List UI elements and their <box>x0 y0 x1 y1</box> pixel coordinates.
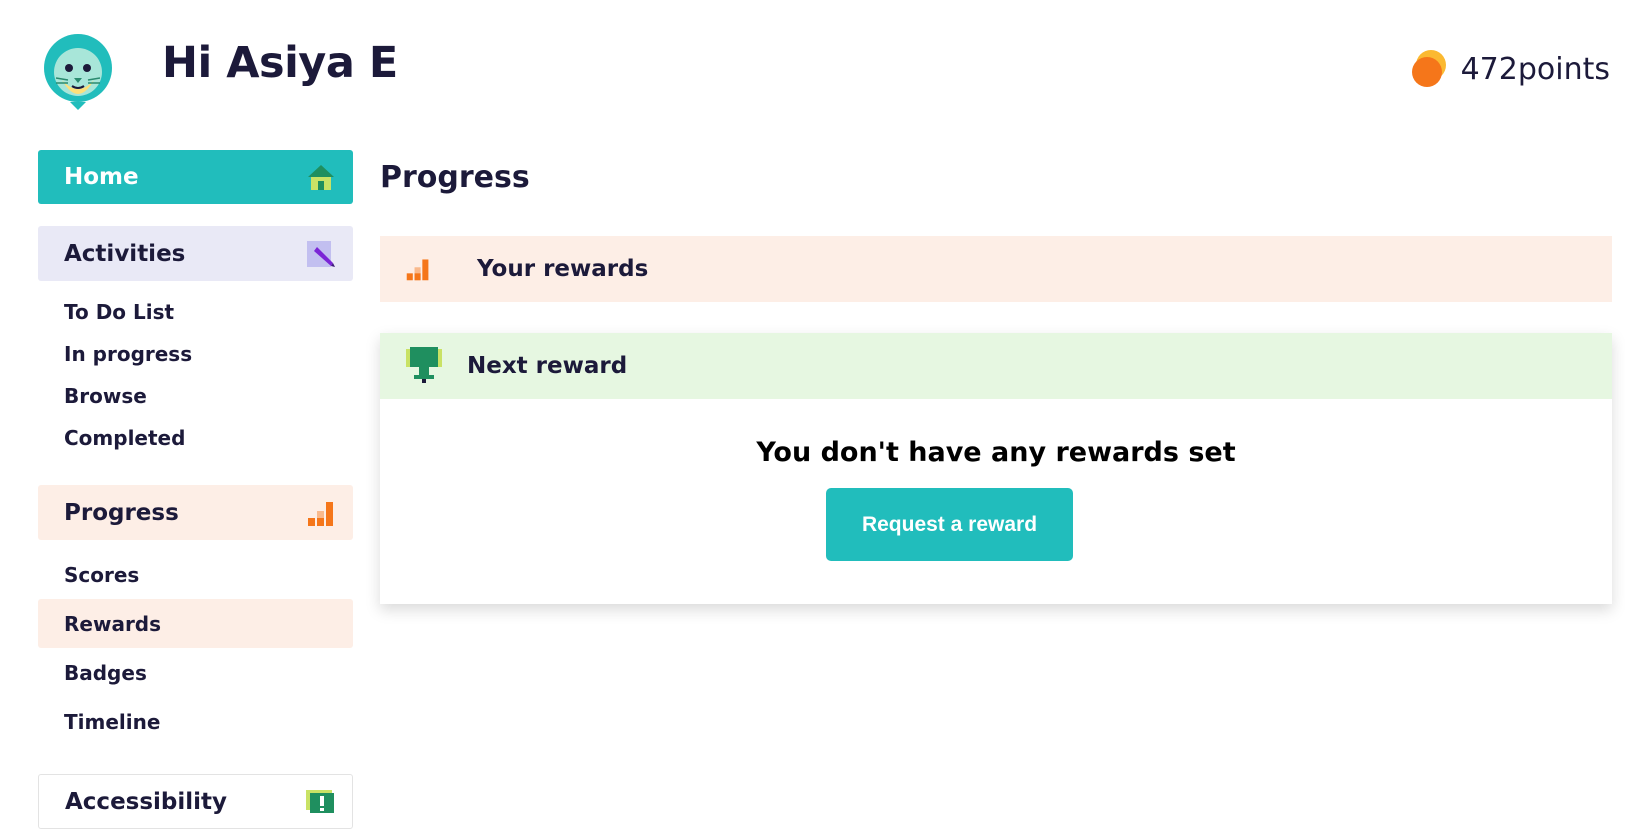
sidebar-item-rewards[interactable]: Rewards <box>38 599 353 648</box>
app-header: Hi Asiya E 472points <box>0 0 1625 135</box>
sidebar-item-label: Activities <box>64 240 186 267</box>
points-value: 472points <box>1460 51 1610 87</box>
next-reward-body: You don't have any rewards set Request a… <box>380 399 1612 604</box>
your-rewards-panel[interactable]: Your rewards <box>380 236 1612 302</box>
house-icon <box>308 165 334 190</box>
sidebar-item-timeline[interactable]: Timeline <box>38 697 353 746</box>
sidebar-item-scores[interactable]: Scores <box>38 550 353 599</box>
your-rewards-label: Your rewards <box>477 256 649 282</box>
sidebar-item-label: Home <box>64 164 139 190</box>
lion-avatar-icon[interactable] <box>40 28 116 110</box>
coin-icon <box>1411 50 1446 87</box>
sidebar-item-label: Progress <box>64 499 179 526</box>
next-reward-header: Next reward <box>380 333 1612 399</box>
sidebar-item-browse[interactable]: Browse <box>38 375 353 417</box>
page-title: Progress <box>380 160 530 195</box>
next-reward-label: Next reward <box>467 353 628 379</box>
sidebar-item-badges[interactable]: Badges <box>38 648 353 697</box>
trophy-icon <box>406 347 442 383</box>
next-reward-card: Next reward You don't have any rewards s… <box>380 333 1612 604</box>
empty-rewards-message: You don't have any rewards set <box>756 437 1236 468</box>
sidebar-item-in-progress[interactable]: In progress <box>38 333 353 375</box>
sidebar-item-home[interactable]: Home <box>38 150 353 204</box>
sidebar-item-label: Accessibility <box>65 788 228 815</box>
sidebar-item-progress[interactable]: Progress <box>38 485 353 540</box>
activities-submenu: To Do List In progress Browse Completed <box>38 281 353 465</box>
exclamation-chat-icon <box>306 789 334 813</box>
bar-chart-icon <box>308 501 333 526</box>
sidebar-nav: Home Activities To Do List In progress B… <box>38 150 353 829</box>
bar-chart-icon <box>406 259 429 281</box>
progress-submenu: Scores Rewards Badges Timeline <box>38 540 353 752</box>
sidebar-item-activities[interactable]: Activities <box>38 226 353 281</box>
pencil-icon <box>307 240 335 267</box>
request-reward-button[interactable]: Request a reward <box>826 488 1073 561</box>
greeting-title: Hi Asiya E <box>162 38 398 88</box>
points-display: 472points <box>1409 48 1610 90</box>
sidebar-item-accessibility[interactable]: Accessibility <box>38 774 353 829</box>
main-content: Progress Your rewards Next reward You do… <box>380 150 1612 604</box>
sidebar-item-to-do-list[interactable]: To Do List <box>38 291 353 333</box>
sidebar-item-completed[interactable]: Completed <box>38 417 353 459</box>
